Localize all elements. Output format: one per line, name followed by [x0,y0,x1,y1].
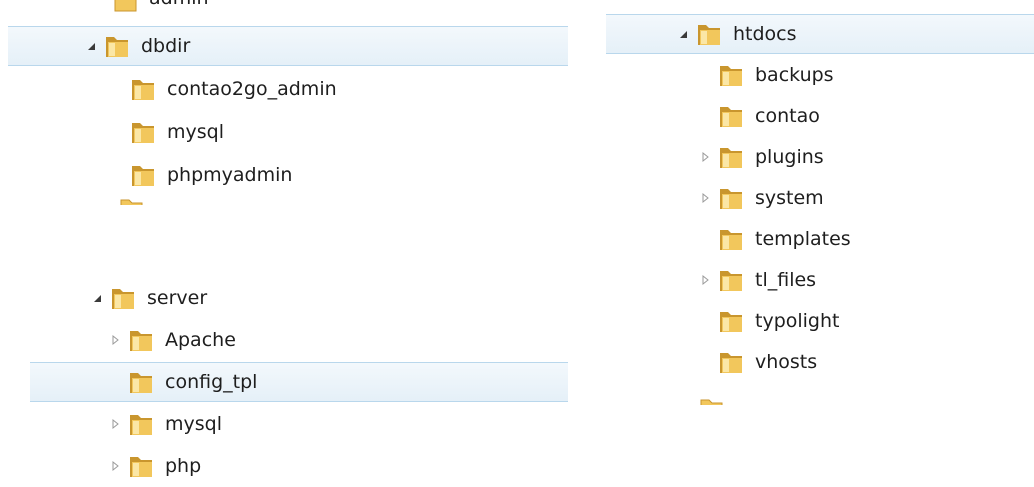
tree-row-vhosts[interactable]: vhosts [606,342,1034,382]
tree-row-contao[interactable]: contao [606,96,1034,136]
tree-label: php [165,455,202,477]
tree-row-server[interactable]: server [30,278,568,318]
expanded-triangle-icon[interactable] [84,39,98,53]
folder-icon [130,414,152,435]
folder-icon [700,399,723,405]
tree-panel-htdocs: htdocs backups contao plugins system template… [606,0,1034,405]
tree-label: config_tpl [165,371,258,393]
tree-label: system [755,187,824,209]
folder-icon [720,311,742,332]
tree-row-php[interactable]: php [30,446,568,486]
tree-label: Apache [165,329,236,351]
folder-icon [720,65,742,86]
folder-icon [132,122,154,143]
tree-row-backups[interactable]: backups [606,55,1034,95]
folder-icon [132,79,154,100]
tree-panel-dbdir: admin dbdir contao2go_adminmysql phpmyadmi… [8,0,568,205]
tree-row-contao2go-admin[interactable]: contao2go_admin [8,69,568,109]
collapsed-triangle-icon[interactable] [108,459,122,473]
tree-label: plugins [755,146,824,168]
tree-row-mysql[interactable]: mysql [8,112,568,152]
collapsed-triangle-icon[interactable] [108,417,122,431]
folder-icon [720,188,742,209]
folder-icon [114,0,137,12]
tree-label: vhosts [755,351,818,373]
tree-row-typolight[interactable]: typolight [606,301,1034,341]
collapsed-triangle-icon[interactable] [698,191,712,205]
tree-label: htdocs [733,23,797,45]
tree-label: templates [755,228,851,250]
folder-icon [698,24,720,45]
folder-icon [720,147,742,168]
tree-row-dbdir[interactable]: dbdir [8,26,568,66]
tree-row-partial[interactable]: admin [8,0,568,14]
folder-icon [720,229,742,250]
folder-icon [132,165,154,186]
folder-icon [130,330,152,351]
folder-icon [720,106,742,127]
tree-row-plugins[interactable]: plugins [606,137,1034,177]
folder-icon [130,456,152,477]
tree-row-system[interactable]: system [606,178,1034,218]
tree-row-phpmyadmin[interactable]: phpmyadmin [8,155,568,195]
expanded-triangle-icon[interactable] [676,27,690,41]
tree-row-htdocs[interactable]: htdocs [606,14,1034,54]
tree-label: server [147,287,208,309]
folder-icon [120,199,143,205]
tree-row-partial-bottom[interactable] [606,396,1034,405]
collapsed-triangle-icon[interactable] [698,150,712,164]
tree-label: admin [149,0,209,8]
tree-label: mysql [165,413,222,435]
collapsed-triangle-icon[interactable] [108,333,122,347]
tree-panel-server: server Apache config_tplmysql php [30,276,568,487]
tree-label: dbdir [141,35,191,57]
tree-label: mysql [167,121,224,143]
expanded-triangle-icon[interactable] [90,291,104,305]
tree-row-templates[interactable]: templates [606,219,1034,259]
folder-icon [106,36,128,57]
folder-icon [720,352,742,373]
tree-row-tl-files[interactable]: tl_files [606,260,1034,300]
tree-label: phpmyadmin [167,164,293,186]
tree-label: backups [755,64,834,86]
folder-icon [112,288,134,309]
tree-row-apache[interactable]: Apache [30,320,568,360]
folder-icon [720,270,742,291]
folder-icon [130,372,152,393]
tree-row-config-tpl[interactable]: config_tpl [30,362,568,402]
tree-row-mysql[interactable]: mysql [30,404,568,444]
tree-label: contao2go_admin [167,78,337,100]
tree-label: tl_files [755,269,817,291]
tree-label: contao [755,105,820,127]
tree-row-partial-bottom[interactable] [8,196,568,205]
collapsed-triangle-icon[interactable] [698,273,712,287]
tree-label: typolight [755,310,840,332]
